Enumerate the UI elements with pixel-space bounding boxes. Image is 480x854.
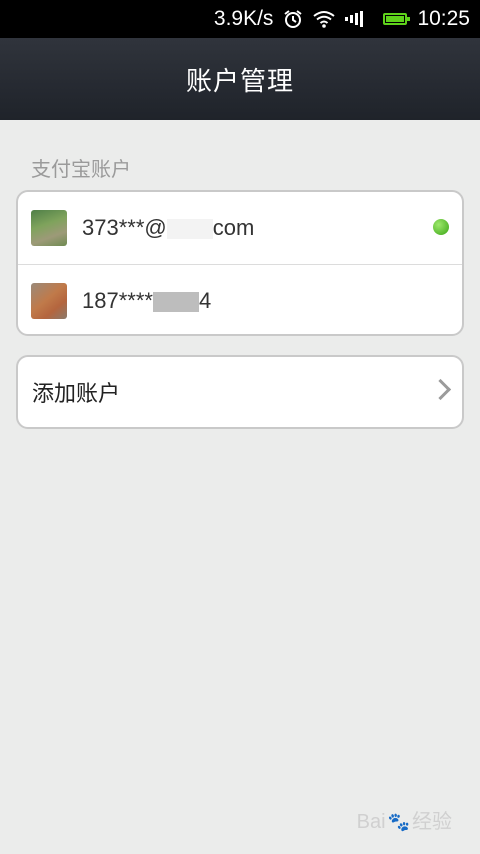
- page-title: 账户管理: [185, 66, 294, 97]
- account-phone: 187**** 4: [82, 288, 212, 313]
- status-bar: 3.9K/s 10:25: [0, 0, 480, 38]
- account-row-2[interactable]: 187**** 4: [18, 264, 462, 334]
- account-row-1[interactable]: 373***@ com: [18, 192, 462, 264]
- avatar: [31, 210, 67, 246]
- app-header: 账户管理: [0, 38, 480, 120]
- avatar: [31, 283, 67, 319]
- clock: 10:25: [417, 7, 470, 30]
- battery-icon: [375, 13, 411, 25]
- section-label: 支付宝账户: [31, 157, 131, 181]
- network-speed: 3.9K/s: [213, 7, 274, 30]
- signal-icon: [345, 11, 365, 27]
- alarm-icon: [283, 9, 303, 29]
- online-status-dot: [433, 219, 449, 235]
- chevron-right-icon: [429, 378, 452, 401]
- add-account-label: 添加账户: [32, 382, 121, 407]
- accounts-list: 373***@ com 187**** 4: [16, 190, 464, 336]
- wifi-icon: [313, 10, 336, 28]
- account-email: 373***@ com: [82, 215, 255, 240]
- watermark: Bai 🐾 经验: [356, 811, 452, 833]
- add-account-button[interactable]: 添加账户: [16, 355, 464, 429]
